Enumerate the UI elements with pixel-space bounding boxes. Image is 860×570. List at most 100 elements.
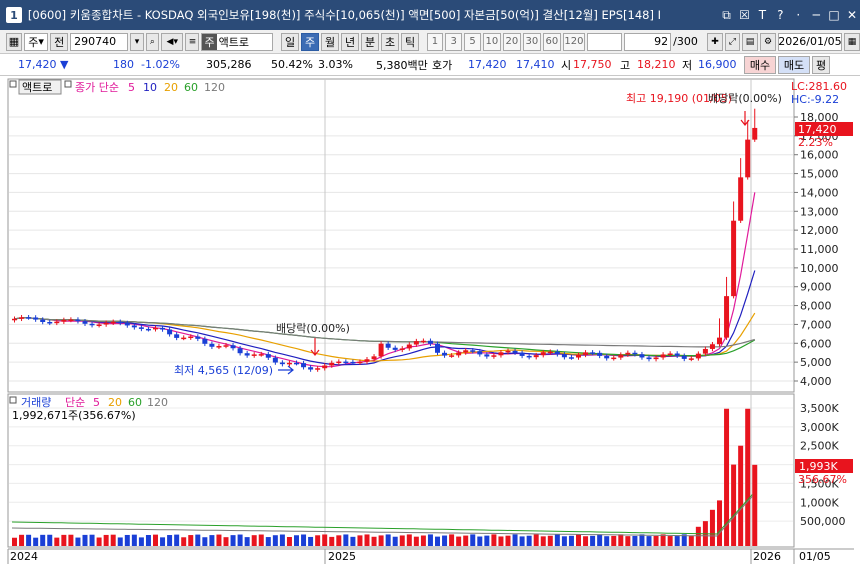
mode-button[interactable]: 전 <box>50 32 69 51</box>
volume-bar <box>223 537 229 546</box>
ask-label: 호가 <box>432 58 453 72</box>
list-icon[interactable]: ≡ <box>185 32 200 51</box>
volume-bar <box>470 534 476 546</box>
dividend-annotation-top: 배당락(0.00%) <box>708 92 782 105</box>
interval-30[interactable]: 30 <box>522 32 541 51</box>
search-icon[interactable]: ⌕ <box>145 32 160 51</box>
volume-bar <box>75 537 81 546</box>
box-icon[interactable]: ☒ <box>737 7 753 23</box>
volume-tick-label: 1,000K <box>800 496 839 509</box>
volume-bar <box>237 534 243 546</box>
text-tool-icon[interactable]: T <box>754 7 770 23</box>
candle-body <box>484 354 490 357</box>
period-week[interactable]: 주 <box>301 32 319 51</box>
candle-body <box>40 319 46 322</box>
chart-svg[interactable]: 액트로 종가 단순 5 10 20 60 120 거래량 단순 5 20 60 … <box>0 76 860 567</box>
dot-icon[interactable]: · <box>790 7 806 23</box>
buy-button[interactable]: 매수 <box>744 56 776 74</box>
volume-bar <box>653 536 659 546</box>
stock-name-field[interactable]: 주 액트로 <box>201 32 274 51</box>
candle-body <box>33 317 39 320</box>
stock-badge: 주 <box>202 33 217 50</box>
period-month[interactable]: 월 <box>321 32 339 51</box>
price-tick-label: 14,000 <box>800 186 839 199</box>
calendar-icon[interactable]: ▦ <box>843 32 860 51</box>
candle-body <box>195 336 201 339</box>
date-input[interactable]: 2026/01/05 <box>777 32 842 51</box>
period-second[interactable]: 초 <box>381 32 399 51</box>
candle-body <box>745 139 751 178</box>
volume-bar <box>568 535 574 546</box>
candle-body <box>378 343 384 357</box>
settings-icon[interactable]: ⚙ <box>759 32 776 51</box>
volume-bar <box>604 536 610 546</box>
candle-body <box>738 177 744 221</box>
interval-120[interactable]: 120 <box>562 32 585 51</box>
price-axis-ticks: 18,00017,00016,00015,00014,00013,00012,0… <box>794 111 839 388</box>
code-dropdown-icon[interactable]: ▾ <box>130 32 144 51</box>
volume-bar <box>667 536 673 546</box>
volume-bar <box>540 536 546 546</box>
table-icon[interactable]: ▤ <box>741 32 758 51</box>
zoom-icon[interactable]: ⤢ <box>724 32 740 51</box>
speaker-icon[interactable]: ◀▾ <box>161 32 184 51</box>
hc-label: HC:-9.22 <box>791 93 839 106</box>
interval-custom-input[interactable] <box>586 32 622 51</box>
candle-body <box>470 350 476 352</box>
volume-bar <box>512 534 518 546</box>
legend-ma-20: 20 <box>164 81 178 94</box>
volume-bar <box>195 534 201 546</box>
chart-tools-icon[interactable]: ✚ <box>707 32 723 51</box>
volume-bar <box>40 534 46 546</box>
candle-body <box>632 352 638 355</box>
candle-body <box>456 352 462 356</box>
price-tick-label: 9,000 <box>800 281 832 294</box>
interval-5[interactable]: 5 <box>464 32 481 51</box>
help-icon[interactable]: ? <box>772 7 788 23</box>
sell-button[interactable]: 매도 <box>778 56 810 74</box>
interval-60[interactable]: 60 <box>542 32 561 51</box>
candle-body <box>26 317 32 319</box>
down-arrow-icon: ▼ <box>60 58 69 71</box>
volume-bar <box>19 534 25 546</box>
interval-3[interactable]: 3 <box>445 32 463 51</box>
volume-bar <box>209 535 215 546</box>
chart-area[interactable]: 액트로 종가 단순 5 10 20 60 120 거래량 단순 5 20 60 … <box>0 76 860 567</box>
close-button[interactable]: ✕ <box>844 7 860 23</box>
minimize-button[interactable]: ─ <box>808 7 824 23</box>
volume-bar <box>258 534 264 546</box>
period-year[interactable]: 년 <box>341 32 359 51</box>
candle-body <box>385 343 391 348</box>
volume-bar <box>364 534 370 546</box>
count-input[interactable]: 92 <box>623 32 672 51</box>
volume-bar <box>138 537 144 546</box>
candle-body <box>561 354 567 358</box>
candle-body <box>96 324 102 327</box>
volume-bar <box>329 536 335 546</box>
interval-20[interactable]: 20 <box>502 32 521 51</box>
eval-button[interactable]: 평 <box>812 56 830 74</box>
interval-1[interactable]: 1 <box>426 32 444 51</box>
candle-body <box>223 345 229 347</box>
candle-body <box>590 352 596 354</box>
period-minute[interactable]: 분 <box>361 32 379 51</box>
grid-icon[interactable]: ▦ <box>6 32 22 51</box>
volume-legend-label: 거래량 <box>21 396 51 409</box>
restore-icon[interactable]: ⧉ <box>719 7 735 23</box>
volume-bar <box>68 534 74 546</box>
volume-bar <box>688 535 694 546</box>
stock-code-input[interactable]: 290740 <box>70 32 129 51</box>
volume-bar <box>61 534 67 546</box>
volume-bar <box>597 534 603 546</box>
volume-bar <box>131 534 137 546</box>
period-type-select[interactable]: 주 ▾ <box>24 32 49 51</box>
volume-bar <box>738 445 744 546</box>
period-tick[interactable]: 틱 <box>401 32 419 51</box>
volume-bar <box>350 536 356 546</box>
period-day[interactable]: 일 <box>281 32 299 51</box>
interval-10[interactable]: 10 <box>482 32 501 51</box>
candle-body <box>103 322 109 325</box>
volume-bar <box>181 537 187 546</box>
maximize-button[interactable]: □ <box>826 7 842 23</box>
volume-bar <box>625 536 631 546</box>
